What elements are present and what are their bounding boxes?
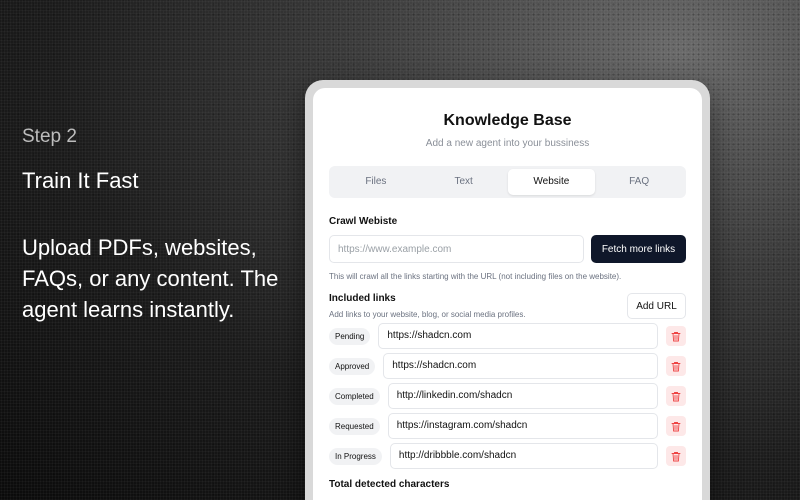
status-badge: Completed	[329, 387, 380, 405]
crawl-url-input[interactable]	[329, 235, 584, 263]
included-links-header: Included links Add links to your website…	[329, 293, 686, 319]
promo-description: Upload PDFs, websites, FAQs, or any cont…	[22, 235, 279, 322]
panel-title: Knowledge Base	[443, 112, 572, 129]
list-item: Completed http://linkedin.com/shadcn	[329, 383, 686, 409]
tablet-frame: Knowledge Base Add a new agent into your…	[305, 80, 710, 500]
fetch-more-links-button[interactable]: Fetch more links	[591, 235, 686, 263]
trash-icon	[671, 451, 681, 461]
knowledge-base-panel: Knowledge Base Add a new agent into your…	[313, 88, 702, 500]
included-links-subtitle: Add links to your website, blog, or soci…	[329, 310, 526, 319]
status-badge: In Progress	[329, 447, 382, 465]
tab-text[interactable]: Text	[420, 169, 508, 195]
crawl-website-label: Crawl Webiste	[329, 216, 398, 227]
trash-icon	[671, 391, 681, 401]
link-url-field[interactable]: https://shadcn.com	[378, 323, 658, 349]
promo-section: Step 2 Train It Fast Upload PDFs, websit…	[22, 126, 292, 325]
delete-link-button[interactable]	[666, 446, 686, 466]
link-url-field[interactable]: http://dribbble.com/shadcn	[389, 443, 658, 469]
list-item: Pending https://shadcn.com	[329, 323, 686, 349]
tab-files[interactable]: Files	[332, 169, 420, 195]
step-label: Step 2	[22, 126, 77, 147]
tab-website[interactable]: Website	[507, 169, 596, 195]
crawl-row: Fetch more links	[329, 235, 686, 263]
status-badge: Pending	[329, 327, 371, 345]
delete-link-button[interactable]	[666, 416, 686, 436]
promo-headline: Train It Fast	[22, 168, 139, 193]
trash-icon	[671, 361, 681, 371]
status-badge: Approved	[329, 357, 376, 375]
included-links-list: Pending https://shadcn.com Approved http…	[329, 323, 686, 469]
status-badge: Requested	[329, 417, 380, 435]
source-tabs: Files Text Website FAQ	[329, 166, 686, 198]
crawl-hint: This will crawl all the links starting w…	[329, 272, 622, 281]
add-url-button[interactable]: Add URL	[627, 293, 686, 319]
link-url-field[interactable]: http://linkedin.com/shadcn	[387, 383, 658, 409]
list-item: Approved https://shadcn.com	[329, 353, 686, 379]
included-links-label: Included links	[329, 293, 396, 304]
delete-link-button[interactable]	[666, 386, 686, 406]
list-item: Requested https://instagram.com/shadcn	[329, 413, 686, 439]
trash-icon	[671, 331, 681, 341]
link-url-field[interactable]: https://shadcn.com	[383, 353, 658, 379]
tab-faq[interactable]: FAQ	[595, 169, 683, 195]
panel-subtitle: Add a new agent into your bussiness	[425, 138, 590, 149]
total-characters-label: Total detected characters	[329, 479, 450, 490]
delete-link-button[interactable]	[666, 326, 686, 346]
trash-icon	[671, 421, 681, 431]
delete-link-button[interactable]	[666, 356, 686, 376]
link-url-field[interactable]: https://instagram.com/shadcn	[387, 413, 658, 439]
list-item: In Progress http://dribbble.com/shadcn	[329, 443, 686, 469]
